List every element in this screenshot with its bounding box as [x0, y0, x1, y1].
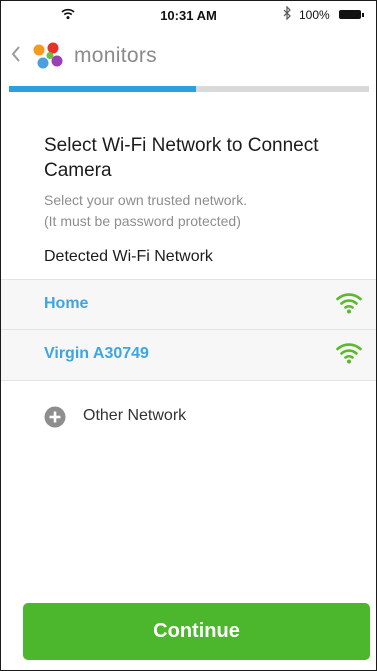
app-title: monitors: [74, 44, 157, 67]
monitors-logo-icon: [27, 40, 69, 79]
battery-percentage: 100%: [299, 8, 330, 22]
bluetooth-icon: [283, 5, 292, 25]
network-name: Home: [44, 295, 89, 312]
instruction-line-2: (It must be password protected): [44, 213, 241, 229]
other-network-label: Other Network: [83, 407, 187, 424]
page-title: Select Wi-Fi Network to Connect Camera: [44, 135, 319, 181]
status-bar: 10:31 AM 100%: [1, 1, 376, 29]
detected-networks-label: Detected Wi-Fi Network: [44, 248, 213, 265]
network-item-home[interactable]: Home: [1, 279, 376, 330]
app-screen: 10:31 AM 100% monitors Select Wi-Fi Netw…: [0, 0, 377, 671]
battery-icon: [339, 10, 364, 19]
progress-fill: [9, 86, 197, 92]
network-name: Virgin A30749: [44, 345, 149, 362]
setup-progress-bar: [9, 86, 369, 92]
wifi-signal-icon: [336, 341, 362, 370]
plus-circle-icon: [44, 406, 66, 433]
nav-header: monitors: [1, 29, 376, 85]
instruction-line-1: Select your own trusted network.: [44, 192, 248, 208]
network-item-virgin[interactable]: Virgin A30749: [1, 329, 376, 381]
instruction-text: Select your own trusted network. (It mus…: [44, 190, 344, 232]
chevron-left-icon[interactable]: [11, 45, 21, 68]
continue-button[interactable]: Continue: [23, 603, 370, 660]
wifi-signal-icon: [336, 291, 362, 320]
